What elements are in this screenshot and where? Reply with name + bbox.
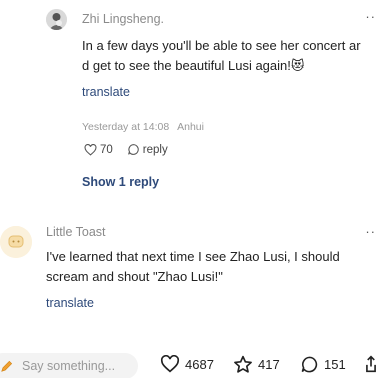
- like-count: 4687: [185, 356, 214, 372]
- favorite-count: 417: [258, 357, 280, 372]
- reply-location: Anhui: [177, 121, 204, 133]
- comment-username[interactable]: Little Toast: [46, 225, 106, 239]
- comment-count: 151: [324, 357, 346, 372]
- favorite-button[interactable]: 417: [233, 355, 280, 374]
- reply-avatar[interactable]: [46, 9, 67, 30]
- speech-bubble-icon: [127, 144, 139, 155]
- comment-input-placeholder: Say something...: [22, 359, 116, 373]
- bottom-bar: Say something... 4687 417 151: [0, 350, 378, 378]
- reply-timestamp: Yesterday at 14:08: [82, 121, 170, 133]
- reply-like-button[interactable]: 70: [84, 143, 113, 156]
- heart-icon: [160, 355, 180, 373]
- reply-actions: 70 reply: [84, 143, 182, 156]
- show-replies-link[interactable]: Show 1 reply: [82, 175, 159, 189]
- share-icon: [366, 355, 376, 373]
- reply-translate-link[interactable]: translate: [82, 85, 130, 99]
- reply-label: reply: [142, 143, 168, 156]
- comment-button[interactable]: 151: [300, 355, 346, 374]
- pen-icon: [1, 360, 13, 372]
- share-button[interactable]: [364, 355, 378, 378]
- avatar-image: [46, 9, 67, 30]
- heart-icon: [84, 143, 97, 156]
- comment-more-icon[interactable]: ··: [365, 224, 376, 239]
- reply-text: In a few days you'll be able to see her …: [82, 38, 361, 73]
- speech-bubble-icon: [301, 356, 318, 373]
- comment-input[interactable]: Say something...: [0, 353, 138, 378]
- toast-avatar-icon: [0, 226, 32, 258]
- reply-meta: Yesterday at 14:08 Anhui: [82, 121, 204, 133]
- star-icon: [234, 355, 252, 373]
- comment-translate-link[interactable]: translate: [46, 296, 94, 310]
- reply-username[interactable]: Zhi Lingsheng.: [82, 12, 164, 26]
- reply-more-icon[interactable]: ··: [365, 9, 376, 24]
- comment-text: I've learned that next time I see Zhao L…: [46, 249, 340, 284]
- like-button[interactable]: 4687: [160, 355, 214, 373]
- reply-reply-button[interactable]: reply: [127, 143, 168, 156]
- comment-avatar[interactable]: [0, 226, 32, 258]
- reply-like-count: 70: [100, 143, 113, 156]
